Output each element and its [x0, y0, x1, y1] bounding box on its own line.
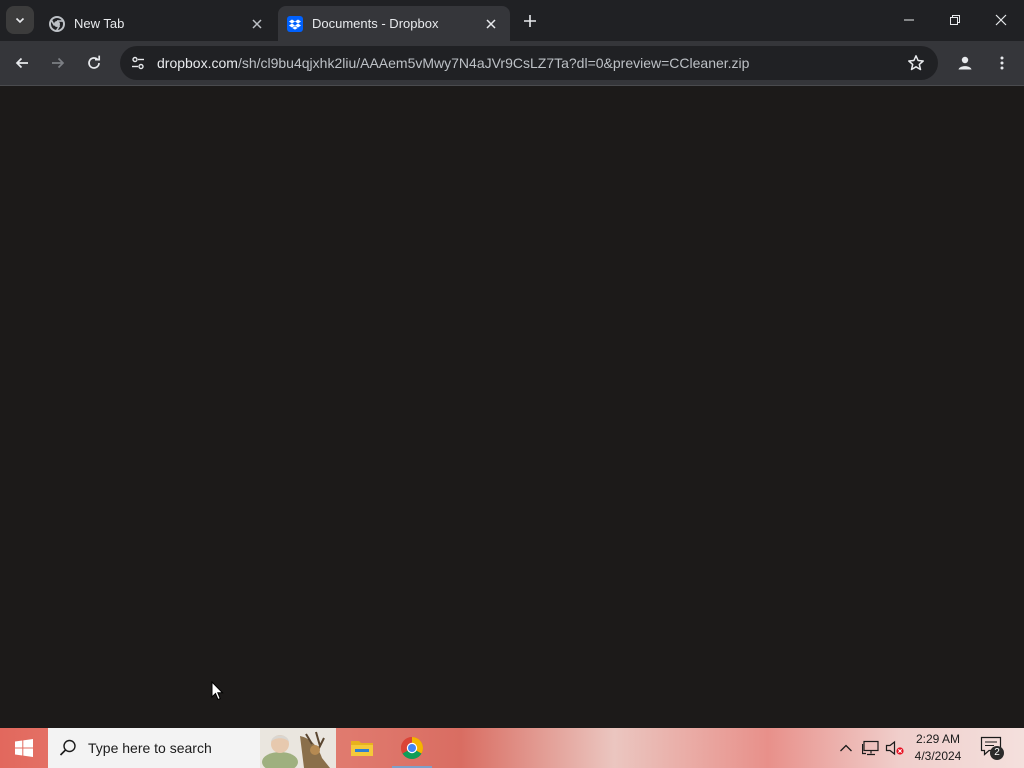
reload-button[interactable]: [80, 49, 108, 77]
search-placeholder: Type here to search: [88, 740, 212, 756]
minimize-icon: [904, 19, 914, 21]
url-text: dropbox.com/sh/cl9bu4qjxhk2liu/AAAem5vMw…: [157, 55, 749, 71]
forward-button[interactable]: [44, 49, 72, 77]
tab-documents-dropbox[interactable]: Documents - Dropbox: [278, 6, 510, 41]
network-button[interactable]: [861, 738, 881, 758]
notification-count-badge: 2: [990, 746, 1004, 760]
plus-icon: [524, 15, 536, 27]
show-hidden-icons-button[interactable]: [836, 738, 856, 758]
browser-menu-button[interactable]: [988, 49, 1016, 77]
bookmark-button[interactable]: [902, 49, 930, 77]
chevron-up-icon: [840, 744, 852, 752]
page-content[interactable]: [0, 86, 1024, 728]
arrow-left-icon: [15, 57, 28, 69]
minimize-button[interactable]: [886, 0, 932, 40]
taskbar-search-box[interactable]: Type here to search: [48, 728, 336, 768]
url-host: dropbox.com: [157, 55, 238, 71]
volume-muted-icon: [885, 740, 904, 756]
action-center-button[interactable]: 2: [980, 736, 1006, 760]
profile-button[interactable]: [951, 49, 979, 77]
tab-new-tab[interactable]: New Tab: [40, 6, 276, 41]
browser-toolbar: dropbox.com/sh/cl9bu4qjxhk2liu/AAAem5vMw…: [0, 41, 1024, 86]
clock-date: 4/3/2024: [914, 749, 962, 763]
back-button[interactable]: [8, 49, 36, 77]
restore-icon: [950, 15, 960, 25]
taskbar-file-explorer[interactable]: [338, 728, 386, 768]
chrome-icon: [401, 737, 423, 759]
close-icon: [252, 18, 262, 29]
mouse-cursor-icon: [211, 680, 225, 706]
windows-logo-icon: [15, 739, 33, 757]
search-highlight-illustration: [260, 728, 336, 768]
close-tab-button[interactable]: [482, 15, 500, 33]
close-window-button[interactable]: [978, 0, 1024, 40]
address-bar[interactable]: dropbox.com/sh/cl9bu4qjxhk2liu/AAAem5vMw…: [120, 46, 938, 80]
close-tab-button[interactable]: [248, 15, 266, 33]
tab-search-button[interactable]: [6, 6, 34, 34]
close-icon: [995, 14, 1007, 26]
restore-button[interactable]: [932, 0, 978, 40]
person-icon: [958, 56, 972, 70]
taskbar-chrome[interactable]: [388, 728, 436, 768]
reload-icon: [88, 55, 101, 69]
network-icon: [862, 740, 879, 756]
url-path: /sh/cl9bu4qjxhk2liu/AAAem5vMwy7N4aJVr9Cs…: [237, 55, 750, 71]
chrome-icon: [49, 15, 65, 32]
close-icon: [486, 18, 496, 29]
browser-titlebar: New Tab Documents - Dropbox: [0, 0, 1024, 41]
dropbox-icon: [287, 15, 303, 32]
site-info-button[interactable]: [124, 49, 152, 77]
tab-title: New Tab: [74, 16, 125, 31]
system-clock[interactable]: 2:29 AM 4/3/2024: [908, 731, 968, 765]
tune-icon: [132, 56, 144, 70]
chevron-down-icon: [15, 17, 25, 24]
taskbar: Type here to search 2:29 AM 4/3/2024 2: [0, 728, 1024, 768]
arrow-right-icon: [52, 57, 65, 69]
clock-time: 2:29 AM: [915, 732, 961, 746]
volume-button[interactable]: [885, 738, 905, 758]
new-tab-button[interactable]: [518, 9, 542, 33]
tab-title: Documents - Dropbox: [312, 16, 439, 31]
search-icon: [58, 738, 78, 758]
more-vertical-icon: [1000, 56, 1004, 70]
start-button[interactable]: [0, 728, 48, 768]
file-explorer-icon: [351, 741, 373, 756]
star-icon: [908, 55, 924, 71]
